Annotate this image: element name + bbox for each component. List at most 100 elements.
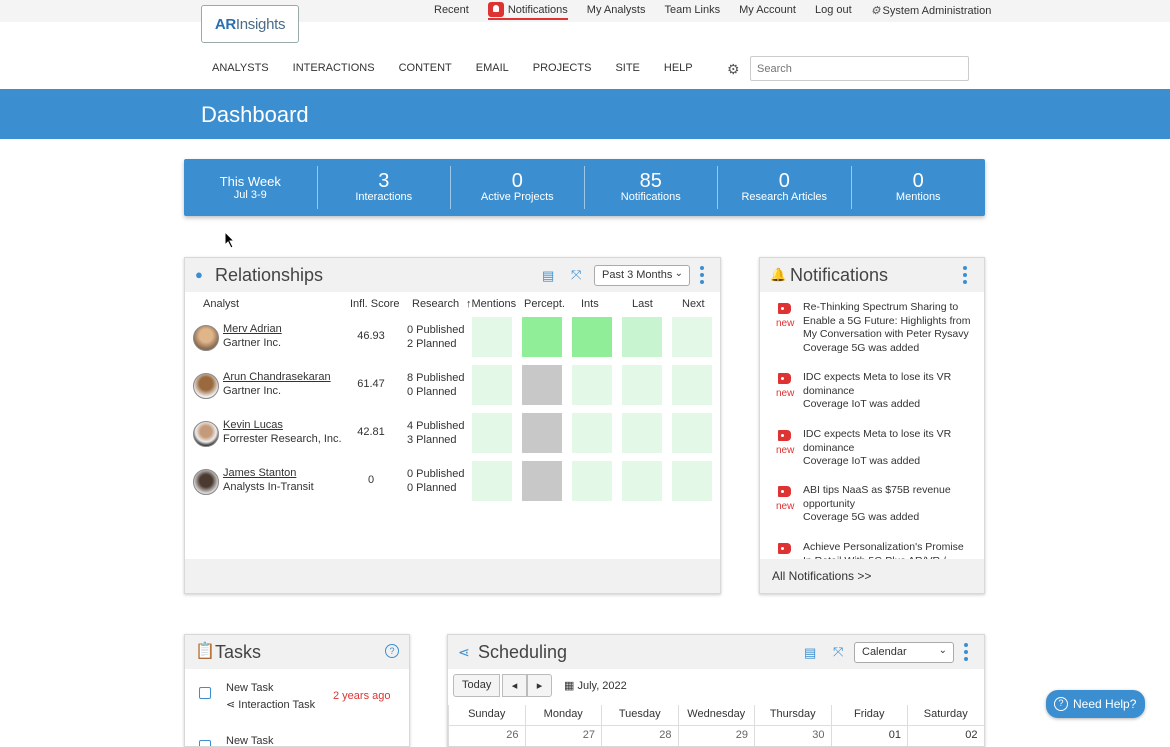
task-title[interactable]: New Task	[226, 682, 273, 694]
list-item[interactable]: new ABI tips NaaS as $75B revenue opport…	[760, 484, 980, 534]
stat-this-week[interactable]: This Week Jul 3-9	[184, 166, 318, 209]
calendar-day[interactable]: 30	[754, 725, 831, 746]
stat-active-projects[interactable]: 0 Active Projects	[451, 166, 585, 209]
calendar-day[interactable]: 27	[524, 725, 601, 746]
nav-site[interactable]: SITE	[615, 62, 639, 74]
mentions-cell[interactable]	[472, 461, 512, 501]
notification-title: IDC expects Meta to lose its VR dominanc…	[803, 371, 952, 397]
last-cell[interactable]	[622, 317, 662, 357]
nav-analysts[interactable]: ANALYSTS	[212, 62, 269, 74]
more-options-icon[interactable]	[964, 643, 968, 661]
perception-cell[interactable]	[522, 413, 562, 453]
next-cell[interactable]	[672, 365, 712, 405]
col-next[interactable]: Next	[682, 298, 705, 310]
ints-cell[interactable]	[572, 365, 612, 405]
nav-projects[interactable]: PROJECTS	[533, 62, 592, 74]
page-title: Dashboard	[201, 102, 309, 127]
list-item[interactable]: new IDC expects Meta to lose its VR domi…	[760, 371, 980, 421]
scheduling-panel: ⋖ Scheduling ▤ ⤧ Calendar ⌄ Today ◂ ▸ ▦ J…	[447, 634, 985, 747]
col-research[interactable]: Research	[412, 298, 459, 310]
my-account-link[interactable]: My Account	[739, 4, 796, 20]
period-select[interactable]: Past 3 Months ⌄	[594, 265, 690, 286]
col-last[interactable]: Last	[632, 298, 653, 310]
today-button[interactable]: Today	[453, 674, 501, 697]
log-out-link[interactable]: Log out	[815, 4, 852, 20]
ints-cell[interactable]	[572, 317, 612, 357]
mentions-cell[interactable]	[472, 317, 512, 357]
nav-interactions[interactable]: INTERACTIONS	[293, 62, 375, 74]
stat-mentions[interactable]: 0 Mentions	[852, 166, 985, 209]
col-ints[interactable]: Ints	[581, 298, 599, 310]
analyst-name-link[interactable]: Kevin Lucas	[223, 419, 283, 431]
expand-icon[interactable]: ⤧	[571, 267, 581, 283]
recent-link[interactable]: Recent	[434, 4, 469, 20]
calendar-day[interactable]: 28	[601, 725, 678, 746]
perception-cell[interactable]	[522, 365, 562, 405]
notifications-link[interactable]: Notifications	[487, 2, 568, 20]
stat-number: 0	[511, 170, 523, 192]
table-row: Merv Adrian Gartner Inc. 46.93 0 Publish…	[185, 317, 721, 365]
ints-cell[interactable]	[572, 413, 612, 453]
influence-score: 46.93	[357, 330, 385, 342]
col-mentions[interactable]: ↑Mentions	[466, 298, 516, 310]
task-checkbox[interactable]	[199, 687, 211, 699]
month-picker[interactable]: ▦ July, 2022	[564, 679, 627, 692]
calendar-day[interactable]: 02	[907, 725, 984, 746]
stat-notifications[interactable]: 85 Notifications	[585, 166, 718, 209]
next-cell[interactable]	[672, 413, 712, 453]
mentions-cell[interactable]	[472, 365, 512, 405]
settings-gear-icon[interactable]: ⚙	[727, 61, 740, 78]
tag-icon	[778, 430, 791, 441]
month-label: July, 2022	[577, 680, 627, 692]
nav-help[interactable]: HELP	[664, 62, 693, 74]
search-input[interactable]	[750, 56, 969, 81]
research-counts: 8 Published 0 Planned	[407, 371, 465, 399]
calendar-day[interactable]: 29	[677, 725, 754, 746]
stat-interactions[interactable]: 3 Interactions	[318, 166, 451, 209]
last-cell[interactable]	[622, 365, 662, 405]
mouse-cursor-icon	[224, 231, 236, 249]
view-select[interactable]: Calendar ⌄	[854, 642, 954, 663]
analyst-name-link[interactable]: James Stanton	[223, 467, 296, 479]
task-checkbox[interactable]	[199, 740, 211, 746]
ar-insights-logo[interactable]: AR Insights	[201, 5, 299, 43]
task-title[interactable]: New Task	[226, 735, 273, 746]
planned-count: 0 Planned	[407, 482, 457, 494]
pdf-export-icon[interactable]: ▤	[542, 268, 554, 284]
nav-content[interactable]: CONTENT	[399, 62, 452, 74]
notifications-label: Notifications	[507, 3, 568, 16]
col-percept[interactable]: Percept.	[524, 298, 565, 310]
all-notifications-link[interactable]: All Notifications >>	[772, 569, 871, 583]
col-infl-score[interactable]: Infl. Score	[350, 298, 400, 310]
help-icon[interactable]: ?	[385, 644, 399, 658]
list-item[interactable]: new IDC expects Meta to lose its VR domi…	[760, 428, 980, 478]
pdf-export-icon[interactable]: ▤	[804, 645, 816, 661]
next-arrow-icon[interactable]: ▸	[527, 674, 552, 697]
more-options-icon[interactable]	[963, 266, 967, 284]
system-administration-link[interactable]: ⚙ System Administration	[871, 4, 992, 20]
prev-arrow-icon[interactable]: ◂	[502, 674, 527, 697]
my-analysts-link[interactable]: My Analysts	[587, 4, 646, 20]
analyst-name-link[interactable]: Merv Adrian	[223, 323, 282, 335]
more-options-icon[interactable]	[700, 266, 704, 284]
col-mentions-label: Mentions	[471, 298, 517, 310]
calendar-day[interactable]: 01	[830, 725, 907, 746]
expand-icon[interactable]: ⤧	[833, 644, 843, 660]
next-cell[interactable]	[672, 317, 712, 357]
perception-cell[interactable]	[522, 317, 562, 357]
col-analyst[interactable]: Analyst	[203, 298, 239, 310]
analyst-name-link[interactable]: Arun Chandrasekaran	[223, 371, 331, 383]
list-item[interactable]: new Re-Thinking Spectrum Sharing to Enab…	[760, 301, 980, 361]
last-cell[interactable]	[622, 461, 662, 501]
mentions-cell[interactable]	[472, 413, 512, 453]
stat-research-articles[interactable]: 0 Research Articles	[718, 166, 852, 209]
team-links-link[interactable]: Team Links	[664, 4, 720, 20]
perception-cell[interactable]	[522, 461, 562, 501]
calendar-day[interactable]: 26	[448, 725, 525, 746]
nav-email[interactable]: EMAIL	[476, 62, 509, 74]
next-cell[interactable]	[672, 461, 712, 501]
list-item[interactable]: Achieve Personalization's Promise In Ret…	[760, 541, 980, 561]
need-help-button[interactable]: ? Need Help?	[1046, 690, 1145, 718]
ints-cell[interactable]	[572, 461, 612, 501]
last-cell[interactable]	[622, 413, 662, 453]
